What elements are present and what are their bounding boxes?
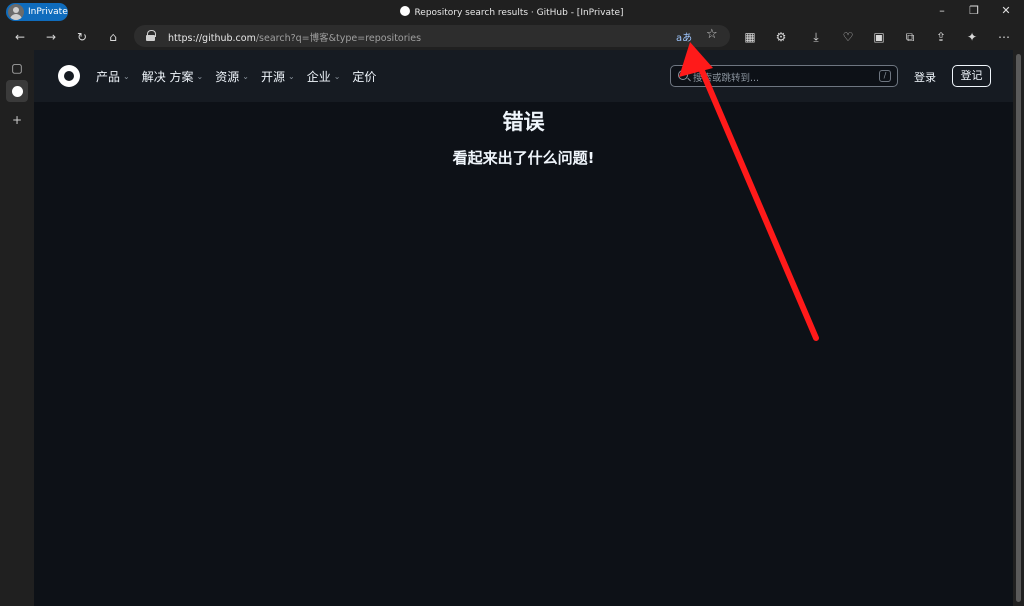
- home-icon[interactable]: ⌂: [105, 29, 121, 45]
- nav-label: 资源: [215, 70, 240, 84]
- vertical-tabs-sidebar: ▢ +: [0, 50, 34, 606]
- more-icon[interactable]: ⋯: [996, 29, 1012, 45]
- new-tab-icon[interactable]: +: [6, 109, 28, 131]
- window-title: Repository search results · GitHub - [In…: [0, 6, 1024, 18]
- github-nav: 产品 ⌄ 解决 方案 ⌄ 资源 ⌄ 开源 ⌄ 企业 ⌄ 定价: [96, 68, 376, 85]
- github-header: 产品 ⌄ 解决 方案 ⌄ 资源 ⌄ 开源 ⌄ 企业 ⌄ 定价 搜索或跳转到... / 登录…: [34, 50, 1013, 102]
- github-tab-icon: [11, 85, 23, 97]
- chevron-down-icon: ⌄: [333, 72, 341, 81]
- window-titlebar: InPrivate Repository search results · Gi…: [0, 0, 1024, 24]
- error-title: 错误: [502, 110, 545, 134]
- search-shortcut-key: /: [879, 70, 891, 82]
- chevron-down-icon: ⌄: [196, 72, 204, 81]
- nav-label: 产品: [96, 70, 121, 84]
- signup-button[interactable]: 登记: [952, 65, 991, 87]
- nav-item-solutions[interactable]: 解决 方案 ⌄: [142, 68, 204, 85]
- signin-link[interactable]: 登录: [914, 69, 936, 85]
- extensions-icon[interactable]: ⚙: [773, 29, 789, 45]
- address-url[interactable]: https://github.com/search?q=博客&type=repo…: [168, 30, 421, 44]
- qr-code-icon[interactable]: ▦: [742, 29, 758, 45]
- chevron-down-icon: ⌄: [123, 72, 130, 81]
- search-icon: [678, 70, 688, 80]
- translate-icon[interactable]: aあ: [676, 29, 692, 44]
- web-page: 产品 ⌄ 解决 方案 ⌄ 资源 ⌄ 开源 ⌄ 企业 ⌄ 定价 搜索或跳转到... / 登录…: [34, 50, 1013, 606]
- tab-github[interactable]: [6, 80, 28, 102]
- copilot-icon[interactable]: ✦: [964, 29, 980, 45]
- scrollbar-thumb[interactable]: [1016, 54, 1021, 602]
- url-host: https://github.com: [168, 33, 256, 44]
- chevron-down-icon: ⌄: [242, 72, 249, 81]
- lock-icon[interactable]: [146, 30, 156, 41]
- minimize-icon[interactable]: –: [934, 4, 950, 17]
- github-search-input[interactable]: 搜索或跳转到... /: [670, 65, 898, 87]
- tab-actions-icon[interactable]: ▢: [6, 57, 28, 79]
- close-icon[interactable]: ✕: [998, 4, 1014, 17]
- back-icon[interactable]: ←: [12, 29, 28, 45]
- page-scrollbar[interactable]: [1013, 50, 1024, 606]
- nav-item-enterprise[interactable]: 企业 ⌄: [307, 68, 341, 85]
- nav-label: 定价: [352, 70, 377, 84]
- restore-icon[interactable]: ❐: [966, 4, 982, 17]
- favorites-icon[interactable]: ♡: [840, 29, 856, 45]
- screenshot-icon[interactable]: ⧉: [902, 29, 918, 45]
- search-placeholder: 搜索或跳转到...: [693, 73, 760, 84]
- url-path: /search?q=博客&type=repositories: [255, 33, 422, 44]
- error-message: 看起来出了什么问题!: [452, 149, 595, 167]
- window-title-text: Repository search results · GitHub - [In…: [414, 8, 624, 18]
- refresh-icon[interactable]: ↻: [74, 29, 90, 45]
- nav-item-resources[interactable]: 资源 ⌄: [215, 68, 249, 85]
- chevron-down-icon: ⌄: [287, 72, 295, 81]
- forward-icon[interactable]: →: [43, 29, 59, 45]
- nav-item-pricing[interactable]: 定价: [352, 68, 376, 85]
- nav-label: 解决 方案: [141, 70, 194, 84]
- favorite-star-icon[interactable]: ☆: [706, 27, 718, 42]
- nav-item-products[interactable]: 产品 ⌄: [96, 68, 130, 85]
- downloads-icon[interactable]: ⤓: [808, 29, 824, 45]
- nav-item-open-source[interactable]: 开源 ⌄: [261, 68, 295, 85]
- collections-icon[interactable]: ▣: [871, 29, 887, 45]
- github-favicon-icon: [400, 6, 411, 16]
- share-icon[interactable]: ⇪: [933, 29, 949, 45]
- github-logo-icon[interactable]: [58, 65, 80, 87]
- address-bar[interactable]: https://github.com/search?q=博客&type=repo…: [134, 25, 730, 47]
- nav-label: 开源: [260, 70, 285, 84]
- nav-label: 企业: [306, 70, 331, 84]
